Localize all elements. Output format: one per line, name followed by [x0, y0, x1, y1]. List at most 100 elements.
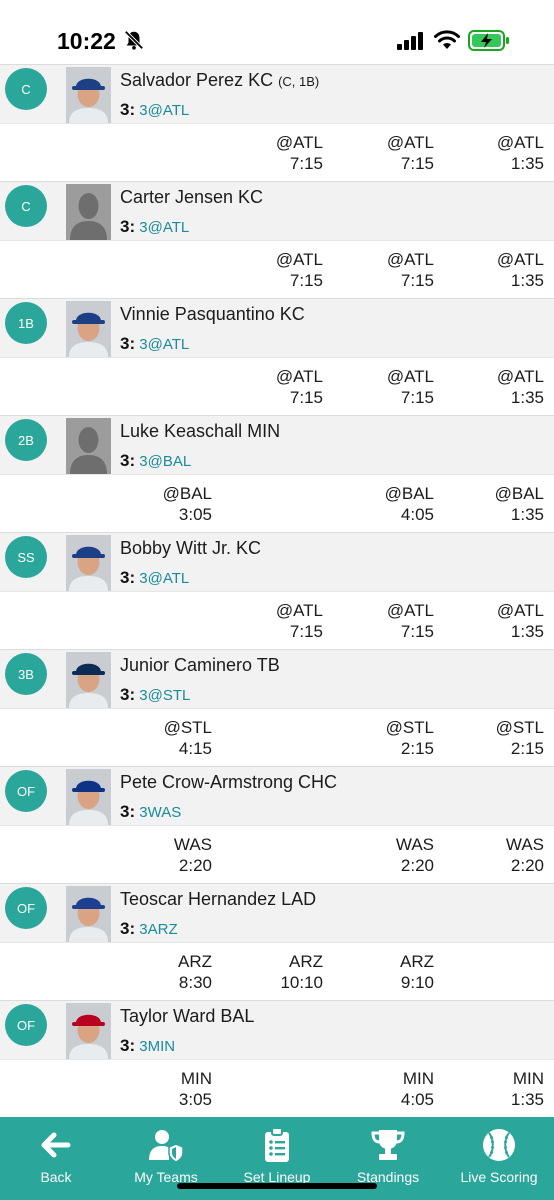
player-name-line[interactable]: Junior Caminero TB — [120, 655, 280, 676]
games-opponent-link[interactable]: 3@BAL — [139, 453, 191, 470]
player-name-line[interactable]: Carter Jensen KC — [120, 187, 263, 208]
player-schedule: ARZ 8:30 ARZ 10:10 ARZ 9:10 — [0, 942, 554, 1000]
game-slot: WAS 2:20 — [112, 834, 212, 876]
player-name-line[interactable]: Teoscar Hernandez LAD — [120, 889, 316, 910]
game-opponent: @ATL — [275, 133, 323, 152]
game-slot: @ATL 7:15 — [334, 249, 434, 291]
game-time: 7:15 — [289, 388, 323, 407]
player-name[interactable]: Luke Keaschall MIN — [120, 421, 280, 441]
player-schedule: @ATL 7:15 @ATL 7:15 @ATL 1:35 — [0, 123, 554, 181]
player-name-line[interactable]: Vinnie Pasquantino KC — [120, 304, 305, 325]
player-photo — [66, 67, 111, 123]
player-header: C Carter Jensen KC 3: 3@ATL — [0, 181, 554, 240]
player-row[interactable]: C Carter Jensen KC 3: 3@ATL @ATL 7:15 @ATL 7:1… — [0, 181, 554, 298]
games-opponent-link[interactable]: 3MIN — [139, 1038, 175, 1055]
user-shield-icon — [149, 1130, 184, 1163]
games-count: 3: — [120, 451, 136, 470]
player-name[interactable]: Salvador Perez KC — [120, 70, 273, 90]
games-opponent-link[interactable]: 3@ATL — [139, 219, 189, 236]
player-name[interactable]: Bobby Witt Jr. KC — [120, 538, 261, 558]
player-row[interactable]: C Salvador Perez KC (C, 1B) 3: 3@ATL @ATL 7:… — [0, 64, 554, 181]
games-count: 3: — [120, 919, 136, 938]
player-row[interactable]: OF Pete Crow-Armstrong CHC 3: 3WAS WAS 2:20 W… — [0, 766, 554, 883]
player-row[interactable]: 3B Junior Caminero TB 3: 3@STL @STL 4:15 @STL… — [0, 649, 554, 766]
position-badge[interactable]: C — [5, 68, 47, 110]
game-slot: MIN 1:35 — [444, 1068, 544, 1110]
player-photo — [66, 652, 111, 708]
player-schedule: WAS 2:20 WAS 2:20 WAS 2:20 — [0, 825, 554, 883]
player-row[interactable]: OF Teoscar Hernandez LAD 3: 3ARZ ARZ 8:30 ARZ… — [0, 883, 554, 1000]
player-header: OF Pete Crow-Armstrong CHC 3: 3WAS — [0, 766, 554, 825]
player-name-line[interactable]: Taylor Ward BAL — [120, 1006, 254, 1027]
game-time: 7:15 — [400, 388, 434, 407]
game-opponent: WAS — [173, 835, 212, 854]
games-opponent-link[interactable]: 3@ATL — [139, 102, 189, 119]
player-name[interactable]: Pete Crow-Armstrong CHC — [120, 772, 337, 792]
position-badge[interactable]: OF — [5, 887, 47, 929]
tab-live-scoring[interactable]: Live Scoring — [454, 1127, 544, 1191]
player-name-line[interactable]: Luke Keaschall MIN — [120, 421, 280, 442]
game-time: 2:20 — [178, 856, 212, 875]
player-schedule: @STL 4:15 @STL 2:15 @STL 2:15 — [0, 708, 554, 766]
player-name[interactable]: Vinnie Pasquantino KC — [120, 304, 305, 324]
game-slot: ARZ 9:10 — [334, 951, 434, 993]
player-row[interactable]: 1B Vinnie Pasquantino KC 3: 3@ATL @ATL 7:15 @… — [0, 298, 554, 415]
game-opponent: @ATL — [386, 367, 434, 386]
player-name-line[interactable]: Bobby Witt Jr. KC — [120, 538, 261, 559]
game-opponent: ARZ — [178, 952, 212, 971]
game-time: 1:35 — [510, 388, 544, 407]
game-time: 1:35 — [510, 271, 544, 290]
games-opponent-link[interactable]: 3@ATL — [139, 336, 189, 353]
games-count: 3: — [120, 685, 136, 704]
player-header: SS Bobby Witt Jr. KC 3: 3@ATL — [0, 532, 554, 591]
games-summary: 3: 3@BAL — [120, 451, 191, 471]
game-opponent: @STL — [385, 718, 434, 737]
player-name-line[interactable]: Salvador Perez KC (C, 1B) — [120, 70, 319, 91]
player-name[interactable]: Teoscar Hernandez LAD — [120, 889, 316, 909]
game-opponent: @ATL — [275, 601, 323, 620]
player-row[interactable]: 2B Luke Keaschall MIN 3: 3@BAL @BAL 3:05 @BAL… — [0, 415, 554, 532]
tab-set-lineup[interactable]: Set Lineup — [234, 1127, 320, 1191]
game-time: 2:20 — [510, 856, 544, 875]
game-slot: WAS 2:20 — [444, 834, 544, 876]
game-opponent: @ATL — [496, 133, 544, 152]
player-name-line[interactable]: Pete Crow-Armstrong CHC — [120, 772, 337, 793]
position-badge[interactable]: OF — [5, 1004, 47, 1046]
games-opponent-link[interactable]: 3@STL — [139, 687, 190, 704]
game-time: 1:35 — [510, 1090, 544, 1109]
game-slot: @ATL 1:35 — [444, 132, 544, 174]
position-badge[interactable]: 3B — [5, 653, 47, 695]
game-opponent: @STL — [495, 718, 544, 737]
tab-my-teams[interactable]: My Teams — [126, 1127, 206, 1191]
player-photo — [66, 769, 111, 825]
game-slot: @ATL 1:35 — [444, 249, 544, 291]
game-opponent: MIN — [180, 1069, 212, 1088]
game-time: 2:15 — [510, 739, 544, 758]
game-slot: ARZ 8:30 — [112, 951, 212, 993]
player-photo — [66, 301, 111, 357]
games-opponent-link[interactable]: 3WAS — [139, 804, 181, 821]
player-row[interactable]: SS Bobby Witt Jr. KC 3: 3@ATL @ATL 7:15 @ATL 7… — [0, 532, 554, 649]
player-name[interactable]: Taylor Ward BAL — [120, 1006, 254, 1026]
position-badge[interactable]: 1B — [5, 302, 47, 344]
game-time: 7:15 — [400, 622, 434, 641]
player-header: 3B Junior Caminero TB 3: 3@STL — [0, 649, 554, 708]
game-time: 3:05 — [178, 1090, 212, 1109]
position-badge[interactable]: SS — [5, 536, 47, 578]
games-opponent-link[interactable]: 3ARZ — [139, 921, 177, 938]
position-badge[interactable]: 2B — [5, 419, 47, 461]
game-time: 7:15 — [400, 271, 434, 290]
player-row[interactable]: OF Taylor Ward BAL 3: 3MIN MIN 3:05 MIN 4:05 MI… — [0, 1000, 554, 1117]
position-badge[interactable]: OF — [5, 770, 47, 812]
games-summary: 3: 3@ATL — [120, 217, 189, 237]
tab-standings[interactable]: Standings — [348, 1127, 428, 1191]
player-name[interactable]: Carter Jensen KC — [120, 187, 263, 207]
games-opponent-link[interactable]: 3@ATL — [139, 570, 189, 587]
game-slot: @ATL 7:15 — [334, 600, 434, 642]
games-count: 3: — [120, 100, 136, 119]
games-summary: 3: 3@ATL — [120, 100, 189, 120]
game-slot: @STL 2:15 — [444, 717, 544, 759]
player-name[interactable]: Junior Caminero TB — [120, 655, 280, 675]
position-badge[interactable]: C — [5, 185, 47, 227]
tab-back[interactable]: Back — [20, 1127, 92, 1191]
